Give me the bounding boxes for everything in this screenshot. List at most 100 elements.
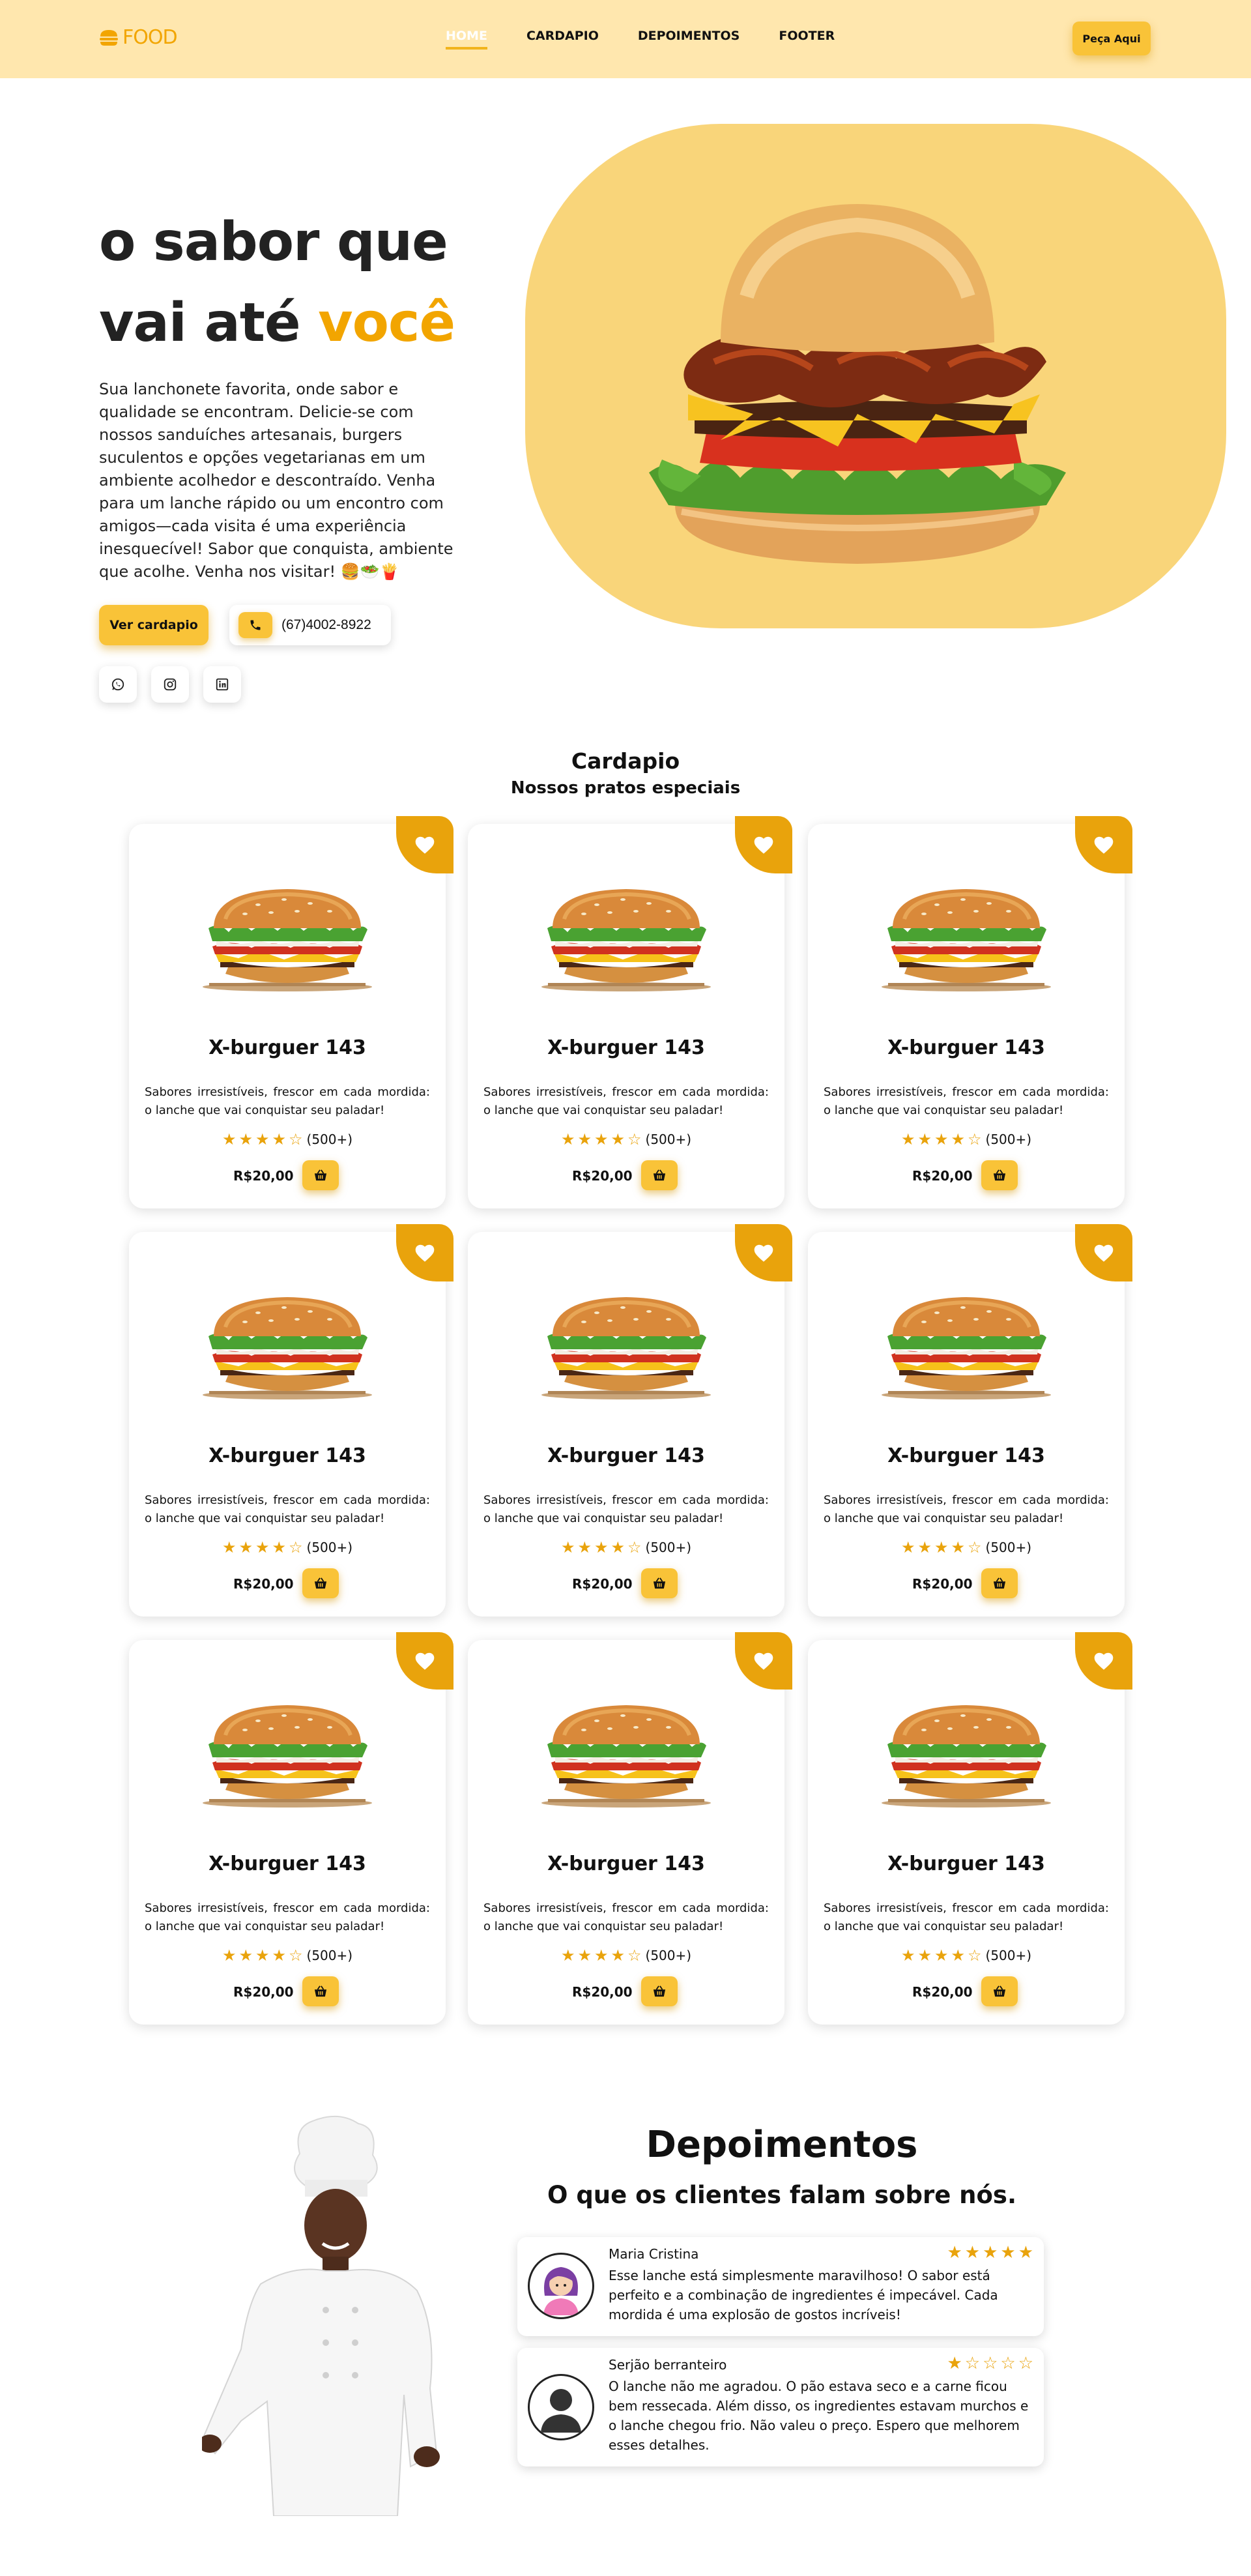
- item-name: X-burguer 143: [208, 1036, 366, 1059]
- item-price: R$20,00: [233, 1168, 294, 1184]
- star-icon: ★: [934, 1946, 949, 1965]
- item-name: X-burguer 143: [887, 1036, 1045, 1059]
- heart-icon: [415, 1244, 435, 1262]
- star-icon: ★: [577, 1130, 592, 1149]
- favorite-button[interactable]: [1075, 816, 1132, 873]
- star-icon: ★: [947, 2243, 962, 2262]
- favorite-button[interactable]: [396, 1224, 453, 1281]
- whatsapp-button[interactable]: [99, 666, 137, 703]
- instagram-icon: [164, 678, 177, 691]
- review-text: Esse lanche está simplesmente maravilhos…: [609, 2268, 998, 2322]
- add-to-cart-button[interactable]: [302, 1568, 339, 1598]
- logo-text: FOOD: [122, 26, 178, 49]
- favorite-button[interactable]: [1075, 1224, 1132, 1281]
- menu-card: X-burguer 143 Sabores irresistíveis, fres…: [129, 1224, 453, 1617]
- item-rating: ★ ★ ★ ★ ☆ (500+): [808, 1946, 1125, 1965]
- star-icon: ★: [255, 1538, 270, 1557]
- star-empty-icon: ☆: [627, 1130, 642, 1149]
- item-rating: ★ ★ ★ ★ ☆ (500+): [468, 1538, 784, 1557]
- nav-cardapio[interactable]: CARDAPIO: [526, 29, 599, 50]
- instagram-button[interactable]: [151, 666, 189, 703]
- heart-icon: [415, 836, 435, 854]
- item-name: X-burguer 143: [547, 1444, 705, 1467]
- linkedin-icon: [216, 678, 229, 691]
- star-icon: ★: [577, 1946, 592, 1965]
- favorite-button[interactable]: [735, 1632, 792, 1690]
- basket-icon: [993, 1577, 1006, 1589]
- add-to-cart-button[interactable]: [981, 1568, 1018, 1598]
- star-empty-icon: ☆: [968, 1538, 982, 1557]
- nav-footer[interactable]: FOOTER: [779, 29, 835, 50]
- star-icon: ★: [934, 1130, 949, 1149]
- star-icon: ★: [222, 1946, 237, 1965]
- heart-icon: [754, 1652, 773, 1670]
- item-price: R$20,00: [572, 1576, 633, 1592]
- add-to-cart-button[interactable]: [641, 1568, 678, 1598]
- favorite-button[interactable]: [396, 1632, 453, 1690]
- burger-logo-icon: [100, 29, 118, 46]
- favorite-button[interactable]: [396, 816, 453, 873]
- star-icon: ★: [1018, 2243, 1033, 2262]
- star-icon: ★: [222, 1538, 237, 1557]
- view-menu-button[interactable]: Ver cardapio: [99, 605, 208, 645]
- menu-title: Cardapio: [571, 748, 680, 774]
- order-button[interactable]: Peça Aqui: [1072, 22, 1151, 55]
- star-empty-icon: ☆: [1018, 2354, 1033, 2373]
- logo[interactable]: FOOD: [99, 26, 178, 49]
- rating-count: (500+): [645, 1948, 692, 1963]
- heart-icon: [754, 836, 773, 854]
- item-price: R$20,00: [233, 1576, 294, 1592]
- star-icon: ★: [560, 1538, 575, 1557]
- add-to-cart-button[interactable]: [641, 1160, 678, 1190]
- star-icon: ★: [272, 1946, 286, 1965]
- star-icon: ★: [238, 1538, 253, 1557]
- header: FOOD HOME CARDAPIO DEPOIMENTOS FOOTER Pe…: [0, 0, 1251, 78]
- hero-title-line2: vai até: [99, 292, 319, 354]
- review-card: Maria Cristina ★ ★ ★ ★ ★ Esse lanche est…: [517, 2237, 1044, 2336]
- heart-icon: [1094, 1244, 1114, 1262]
- phone-button[interactable]: (67)4002-8922: [229, 605, 391, 645]
- menu-card: X-burguer 143 Sabores irresistíveis, fres…: [468, 1224, 792, 1617]
- nav-depoimentos[interactable]: DEPOIMENTOS: [638, 29, 740, 50]
- item-name: X-burguer 143: [208, 1852, 366, 1875]
- favorite-button[interactable]: [735, 816, 792, 873]
- star-icon: ★: [222, 1130, 237, 1149]
- rating-count: (500+): [985, 1132, 1032, 1147]
- nav-home[interactable]: HOME: [446, 29, 487, 50]
- hero-burger-image: [649, 204, 1066, 564]
- item-description: Sabores irresistíveis, frescor em cada m…: [483, 1493, 769, 1525]
- add-to-cart-button[interactable]: [641, 1976, 678, 2006]
- add-to-cart-button[interactable]: [981, 1976, 1018, 2006]
- item-price: R$20,00: [233, 1984, 294, 2000]
- menu-card: X-burguer 143 Sabores irresistíveis, fres…: [129, 1632, 453, 2025]
- heart-icon: [1094, 836, 1114, 854]
- rating-count: (500+): [645, 1132, 692, 1147]
- star-icon: ★: [917, 1538, 932, 1557]
- item-description: Sabores irresistíveis, frescor em cada m…: [145, 1901, 430, 1933]
- star-icon: ★: [255, 1946, 270, 1965]
- hero-description: Sua lanchonete favorita, onde sabor e qu…: [99, 380, 453, 581]
- item-price: R$20,00: [912, 1984, 973, 2000]
- add-to-cart-button[interactable]: [981, 1160, 1018, 1190]
- star-icon: ★: [560, 1946, 575, 1965]
- item-description: Sabores irresistíveis, frescor em cada m…: [824, 1493, 1109, 1525]
- star-icon: ★: [900, 1538, 915, 1557]
- rating-count: (500+): [306, 1540, 353, 1555]
- burger-image: [199, 1284, 375, 1401]
- chef-image: [202, 2115, 440, 2516]
- item-rating: ★ ★ ★ ★ ☆ (500+): [468, 1130, 784, 1149]
- basket-icon: [314, 1169, 327, 1181]
- star-empty-icon: ☆: [289, 1946, 303, 1965]
- add-to-cart-button[interactable]: [302, 1976, 339, 2006]
- basket-icon: [993, 1169, 1006, 1181]
- burger-image: [538, 1284, 714, 1401]
- favorite-button[interactable]: [735, 1224, 792, 1281]
- add-to-cart-button[interactable]: [302, 1160, 339, 1190]
- item-rating: ★ ★ ★ ★ ☆ (500+): [468, 1946, 784, 1965]
- favorite-button[interactable]: [1075, 1632, 1132, 1690]
- linkedin-button[interactable]: [203, 666, 241, 703]
- item-name: X-burguer 143: [547, 1852, 705, 1875]
- phone-icon: [238, 612, 272, 638]
- basket-icon: [993, 1985, 1006, 1997]
- star-empty-icon: ☆: [1000, 2354, 1016, 2373]
